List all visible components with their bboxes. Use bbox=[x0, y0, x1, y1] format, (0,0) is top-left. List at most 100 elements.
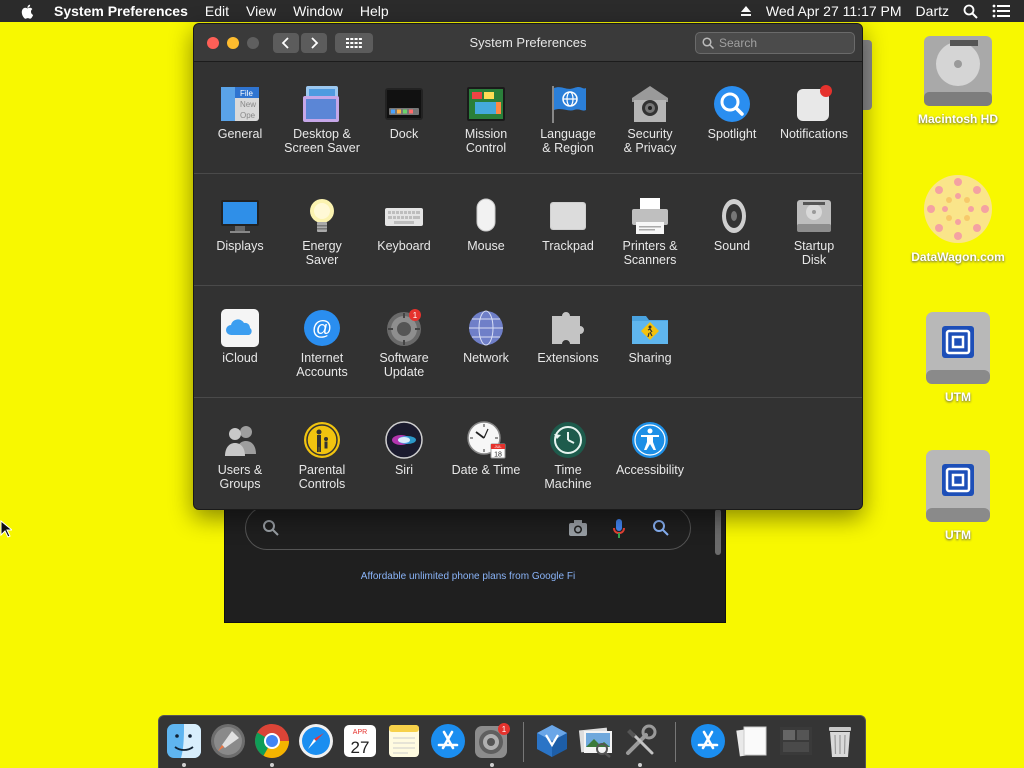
extensions-icon bbox=[548, 308, 588, 348]
dock-preview[interactable] bbox=[577, 722, 615, 760]
dock-calendar[interactable]: APR 27 bbox=[341, 722, 379, 760]
pref-accessibility[interactable]: Accessibility bbox=[609, 398, 691, 509]
menu-app-name[interactable]: System Preferences bbox=[54, 3, 188, 19]
pref-label: Extensions bbox=[537, 351, 599, 365]
pref-parental-controls[interactable]: Parental Controls bbox=[281, 398, 363, 509]
desktop-utm-2[interactable]: UTM bbox=[898, 446, 1018, 542]
pref-label: Spotlight bbox=[707, 127, 757, 141]
desktop-label: Macintosh HD bbox=[917, 112, 998, 126]
calendar-icon: APR 27 bbox=[344, 725, 376, 757]
launchpad-icon bbox=[211, 724, 245, 758]
dock-virtualbox[interactable] bbox=[533, 722, 571, 760]
pref-date-time[interactable]: JUL 18 Date & Time bbox=[445, 398, 527, 509]
spotlight-search-icon[interactable] bbox=[963, 4, 978, 19]
parental-controls-icon bbox=[302, 420, 342, 460]
pref-row-personal: File New Ope General Desktop & Screen Save… bbox=[194, 62, 862, 174]
sharing-icon bbox=[630, 308, 670, 348]
printers-scanners-icon bbox=[630, 196, 670, 236]
pref-software-update[interactable]: 1 Software Update bbox=[363, 286, 445, 398]
dock-app-store-folder[interactable] bbox=[689, 722, 727, 760]
menu-clock[interactable]: Wed Apr 27 11:17 PM bbox=[766, 3, 902, 19]
pref-keyboard[interactable]: Keyboard bbox=[363, 174, 445, 286]
promo-link[interactable]: Affordable unlimited phone plans from Go… bbox=[225, 571, 711, 582]
displays-icon bbox=[220, 196, 260, 236]
pref-dock[interactable]: Dock bbox=[363, 62, 445, 174]
virtualbox-icon bbox=[537, 725, 567, 757]
search-field[interactable] bbox=[695, 32, 855, 54]
menu-user[interactable]: Dartz bbox=[916, 3, 949, 19]
pref-siri[interactable]: Siri bbox=[363, 398, 445, 509]
pref-security-privacy[interactable]: Security & Privacy bbox=[609, 62, 691, 174]
pref-label: Desktop & Screen Saver bbox=[284, 127, 360, 155]
pref-general[interactable]: File New Ope General bbox=[199, 62, 281, 174]
pref-label: Software Update bbox=[379, 351, 429, 379]
pref-icloud[interactable]: iCloud bbox=[199, 286, 281, 398]
microphone-icon[interactable] bbox=[612, 518, 626, 540]
system-preferences-icon: 1 bbox=[475, 723, 510, 758]
menu-window[interactable]: Window bbox=[293, 3, 343, 19]
pref-trackpad[interactable]: Trackpad bbox=[527, 174, 609, 286]
dock-trash[interactable] bbox=[821, 722, 859, 760]
desktop-macintosh-hd[interactable]: Macintosh HD bbox=[898, 32, 1018, 126]
scrollbar[interactable] bbox=[715, 509, 721, 555]
calendar-day: 27 bbox=[351, 738, 370, 757]
datawagon-icon bbox=[924, 175, 992, 243]
pref-users-groups[interactable]: Users & Groups bbox=[199, 398, 281, 509]
pref-mouse[interactable]: Mouse bbox=[445, 174, 527, 286]
pref-startup-disk[interactable]: Startup Disk bbox=[773, 174, 855, 286]
network-icon bbox=[466, 308, 506, 348]
pref-mission-control[interactable]: Mission Control bbox=[445, 62, 527, 174]
pref-sharing[interactable]: Sharing bbox=[609, 286, 691, 398]
pref-energy-saver[interactable]: Energy Saver bbox=[281, 174, 363, 286]
pref-label: Sharing bbox=[628, 351, 672, 365]
pref-network[interactable]: Network bbox=[445, 286, 527, 398]
pref-printers-scanners[interactable]: Printers & Scanners bbox=[609, 174, 691, 286]
search-icon bbox=[263, 520, 279, 536]
search-submit-icon[interactable] bbox=[652, 519, 670, 537]
desktop-label: DataWagon.com bbox=[911, 250, 1005, 264]
dock-screenshot[interactable] bbox=[777, 722, 815, 760]
chrome-icon bbox=[255, 724, 289, 758]
pref-displays[interactable]: Displays bbox=[199, 174, 281, 286]
running-indicator bbox=[270, 763, 274, 767]
dock-safari[interactable] bbox=[297, 722, 335, 760]
pref-sound[interactable]: Sound bbox=[691, 174, 773, 286]
accessibility-icon bbox=[630, 420, 670, 460]
pref-notifications[interactable]: Notifications bbox=[773, 62, 855, 174]
dock: APR 27 1 bbox=[158, 715, 866, 768]
dock-documents[interactable] bbox=[733, 722, 771, 760]
notification-center-icon[interactable] bbox=[992, 4, 1010, 18]
pref-extensions[interactable]: Extensions bbox=[527, 286, 609, 398]
dock-utilities[interactable] bbox=[621, 722, 659, 760]
pref-label: Sound bbox=[713, 239, 751, 253]
dock-finder[interactable] bbox=[165, 722, 203, 760]
app-store-folder-icon bbox=[691, 724, 725, 758]
general-icon-open: Ope bbox=[240, 111, 256, 120]
menu-help[interactable]: Help bbox=[360, 3, 389, 19]
pref-desktop-screensaver[interactable]: Desktop & Screen Saver bbox=[281, 62, 363, 174]
eject-icon[interactable] bbox=[740, 5, 752, 17]
dock-notes[interactable] bbox=[385, 722, 423, 760]
dock-system-preferences[interactable]: 1 bbox=[473, 722, 511, 760]
pref-language-region[interactable]: Language & Region bbox=[527, 62, 609, 174]
desktop-datawagon[interactable]: DataWagon.com bbox=[898, 170, 1018, 264]
google-search-bar[interactable] bbox=[245, 506, 691, 550]
pref-time-machine[interactable]: Time Machine bbox=[527, 398, 609, 509]
apple-menu-icon[interactable] bbox=[20, 3, 36, 19]
desktop-utm-1[interactable]: UTM bbox=[898, 308, 1018, 404]
pref-label: Date & Time bbox=[451, 463, 521, 477]
menu-edit[interactable]: Edit bbox=[205, 3, 229, 19]
dock-app-store[interactable] bbox=[429, 722, 467, 760]
time-machine-icon bbox=[548, 420, 588, 460]
pref-label: iCloud bbox=[222, 351, 258, 365]
dock-launchpad[interactable] bbox=[209, 722, 247, 760]
menu-view[interactable]: View bbox=[246, 3, 276, 19]
search-input[interactable] bbox=[719, 36, 839, 50]
dock-icon bbox=[384, 84, 424, 124]
camera-icon[interactable] bbox=[568, 519, 588, 537]
pref-internet-accounts[interactable]: @ Internet Accounts bbox=[281, 286, 363, 398]
pref-spotlight[interactable]: Spotlight bbox=[691, 62, 773, 174]
pref-label: Keyboard bbox=[377, 239, 431, 253]
date-time-icon: JUL 18 bbox=[466, 420, 506, 460]
dock-chrome[interactable] bbox=[253, 722, 291, 760]
